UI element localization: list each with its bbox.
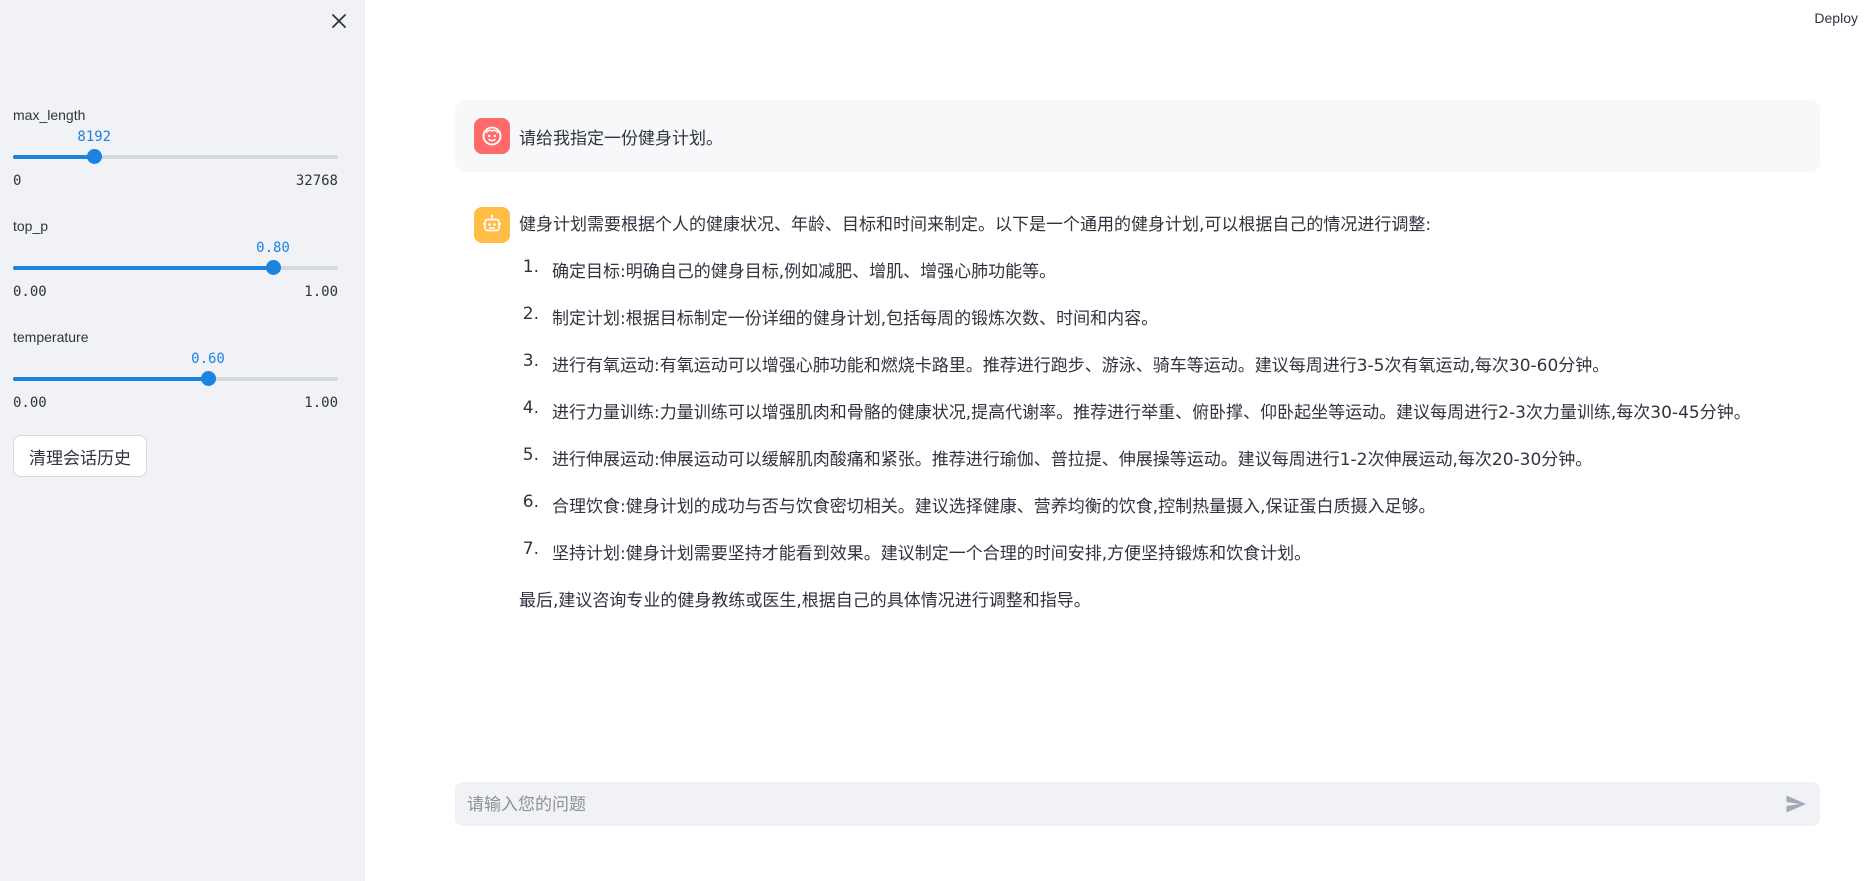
slider-label: temperature <box>13 329 89 345</box>
clear-history-button[interactable]: 清理会话历史 <box>13 435 147 477</box>
list-item-text: 进行伸展运动:伸展运动可以缓解肌肉酸痛和紧张。推荐进行瑜伽、普拉提、伸展操等运动… <box>552 450 1593 470</box>
app-root: max_length 8192 0 32768 top_p 0.80 0.00 … <box>0 0 1876 881</box>
chat-input[interactable] <box>465 782 1759 828</box>
list-item: 7. 坚持计划:健身计划需要坚持才能看到效果。建议制定一个合理的时间安排,方便坚持… <box>519 539 1819 586</box>
list-number: 5. <box>522 445 539 465</box>
slider-track[interactable] <box>13 149 338 164</box>
list-item: 3. 进行有氧运动:有氧运动可以增强心肺功能和燃烧卡路里。推荐进行跑步、游泳、骑车… <box>519 351 1819 398</box>
slider-thumb[interactable] <box>201 371 216 386</box>
chat-input-container <box>455 782 1820 828</box>
user-message-text: 请给我指定一份健身计划。 <box>519 129 723 149</box>
slider-max: 1.00 <box>304 395 338 411</box>
slider-min: 0 <box>13 173 22 189</box>
list-item-text: 制定计划:根据目标制定一份详细的健身计划,包括每周的锻炼次数、时间和内容。 <box>552 309 1159 329</box>
slider-value: 0.80 <box>256 240 290 256</box>
slider-value: 8192 <box>77 129 112 145</box>
list-item: 2. 制定计划:根据目标制定一份详细的健身计划,包括每周的锻炼次数、时间和内容。 <box>519 304 1819 351</box>
list-number: 6. <box>522 492 539 512</box>
robot-icon <box>483 214 501 232</box>
list-item: 6. 合理饮食:健身计划的成功与否与饮食密切相关。建议选择健康、营养均衡的饮食,控… <box>519 492 1819 539</box>
list-number: 3. <box>522 351 539 371</box>
slider-max: 1.00 <box>304 284 338 300</box>
list-item-text: 进行力量训练:力量训练可以增强肌肉和骨骼的健康状况,提高代谢率。推荐进行举重、俯… <box>552 403 1751 423</box>
user-message: 请给我指定一份健身计划。 <box>455 100 1820 172</box>
list-item-text: 合理饮食:健身计划的成功与否与饮食密切相关。建议选择健康、营养均衡的饮食,控制热… <box>552 497 1436 517</box>
list-number: 4. <box>522 398 539 418</box>
slider-track[interactable] <box>13 371 338 386</box>
list-item: 4. 进行力量训练:力量训练可以增强肌肉和骨骼的健康状况,提高代谢率。推荐进行举重… <box>519 398 1819 445</box>
assistant-intro: 健身计划需要根据个人的健康状况、年龄、目标和时间来制定。以下是一个通用的健身计划… <box>519 215 1432 235</box>
list-number: 1. <box>522 257 539 277</box>
bot-avatar <box>474 207 510 243</box>
slider-max: 32768 <box>295 173 338 189</box>
list-item-text: 确定目标:明确自己的健身目标,例如减肥、增肌、增强心肺功能等。 <box>552 262 1057 282</box>
slider-fill <box>13 266 273 270</box>
assistant-message-body: 健身计划需要根据个人的健康状况、年龄、目标和时间来制定。以下是一个通用的健身计划… <box>519 210 1819 611</box>
list-number: 2. <box>522 304 539 324</box>
assistant-outro: 最后,建议咨询专业的健身教练或医生,根据自己的具体情况进行调整和指导。 <box>519 591 1091 611</box>
list-item-text: 进行有氧运动:有氧运动可以增强心肺功能和燃烧卡路里。推荐进行跑步、游泳、骑车等运… <box>552 356 1610 376</box>
slider-label: top_p <box>13 218 49 234</box>
slider-label: max_length <box>13 107 86 123</box>
list-item: 1. 确定目标:明确自己的健身目标,例如减肥、增肌、增强心肺功能等。 <box>519 257 1819 304</box>
deploy-button[interactable]: Deploy <box>1814 10 1858 26</box>
slider-thumb[interactable] <box>266 260 281 275</box>
slider-thumb[interactable] <box>87 149 103 164</box>
sidebar: max_length 8192 0 32768 top_p 0.80 0.00 … <box>0 0 365 881</box>
user-face-icon <box>482 126 502 146</box>
slider-fill <box>13 155 95 159</box>
slider-fill <box>13 377 208 381</box>
user-avatar <box>474 118 510 154</box>
slider-value: 0.60 <box>191 351 225 367</box>
plan-list: 1. 确定目标:明确自己的健身目标,例如减肥、增肌、增强心肺功能等。 2. 制定计划… <box>519 257 1819 586</box>
slider-min: 0.00 <box>13 395 47 411</box>
slider-min: 0.00 <box>13 284 47 300</box>
list-item-text: 坚持计划:健身计划需要坚持才能看到效果。建议制定一个合理的时间安排,方便坚持锻炼… <box>552 544 1312 564</box>
list-number: 7. <box>522 539 539 559</box>
close-icon <box>332 14 346 28</box>
send-icon[interactable] <box>1784 792 1808 816</box>
slider-track[interactable] <box>13 260 338 275</box>
close-sidebar-button[interactable] <box>326 8 352 34</box>
list-item: 5. 进行伸展运动:伸展运动可以缓解肌肉酸痛和紧张。推荐进行瑜伽、普拉提、伸展操等… <box>519 445 1819 492</box>
